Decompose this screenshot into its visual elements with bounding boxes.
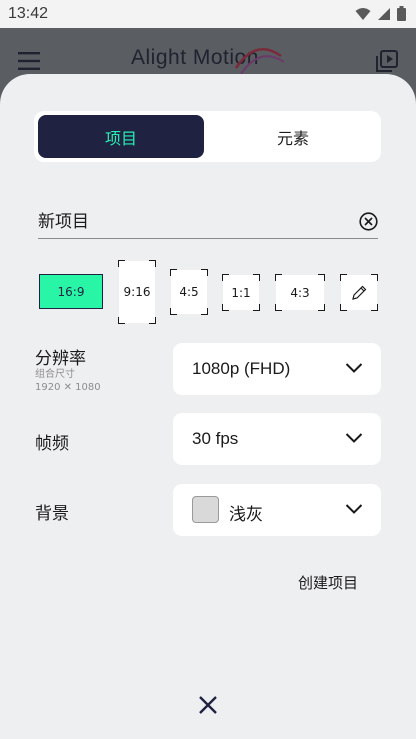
color-swatch [192, 496, 219, 523]
resolution-dropdown[interactable]: 1080p (FHD) [173, 343, 381, 395]
resolution-label: 分辨率 [35, 349, 86, 369]
ratio-option-4-3[interactable]: 4:3 [275, 274, 325, 311]
ratio-option-custom[interactable] [340, 274, 378, 311]
tab-switcher: 项目 元素 [34, 111, 381, 162]
resolution-dimensions: 1920 ✕ 1080 [35, 382, 101, 393]
project-name-input[interactable] [38, 209, 338, 229]
ratio-option-1-1[interactable]: 1:1 [222, 274, 260, 311]
status-icons [355, 6, 406, 21]
frame-rate-value: 30 fps [192, 429, 239, 448]
video-library-icon[interactable] [376, 50, 398, 72]
signal-icon [378, 7, 390, 20]
new-project-sheet: 项目 元素 16:9 9:16 4:5 1:1 4:3 分辨率 组合尺寸 192… [0, 74, 416, 739]
create-project-button[interactable]: 创建项目 [298, 572, 358, 593]
resolution-sublabel: 组合尺寸 [35, 369, 75, 380]
ratio-option-16-9[interactable]: 16:9 [39, 274, 103, 309]
background-label: 背景 [35, 504, 69, 524]
status-time: 13:42 [8, 5, 49, 22]
status-bar: 13:42 [0, 0, 416, 28]
ratio-label: 9:16 [123, 285, 151, 299]
ratio-label: 1:1 [231, 285, 251, 300]
ratio-label: 4:3 [290, 285, 310, 300]
menu-icon[interactable] [18, 52, 40, 70]
tab-element[interactable]: 元素 [210, 115, 376, 158]
clear-icon[interactable] [359, 212, 378, 231]
project-name-field [38, 206, 378, 239]
chevron-down-icon [345, 433, 363, 443]
background-value: 浅灰 [229, 505, 263, 524]
chevron-down-icon [345, 363, 363, 373]
battery-icon [397, 6, 406, 21]
ratio-label: 16:9 [57, 284, 85, 299]
ratio-label: 4:5 [179, 285, 199, 299]
ratio-option-4-5[interactable]: 4:5 [170, 269, 208, 315]
background-dropdown[interactable]: 浅灰 [173, 484, 381, 536]
chevron-down-icon [345, 504, 363, 514]
pencil-icon [352, 285, 367, 300]
tab-project[interactable]: 项目 [38, 115, 204, 158]
ratio-option-9-16[interactable]: 9:16 [118, 260, 156, 324]
close-icon[interactable] [197, 694, 219, 716]
wifi-icon [355, 7, 371, 20]
frame-rate-label: 帧频 [35, 434, 69, 454]
frame-rate-dropdown[interactable]: 30 fps [173, 413, 381, 465]
resolution-value: 1080p (FHD) [192, 359, 291, 378]
